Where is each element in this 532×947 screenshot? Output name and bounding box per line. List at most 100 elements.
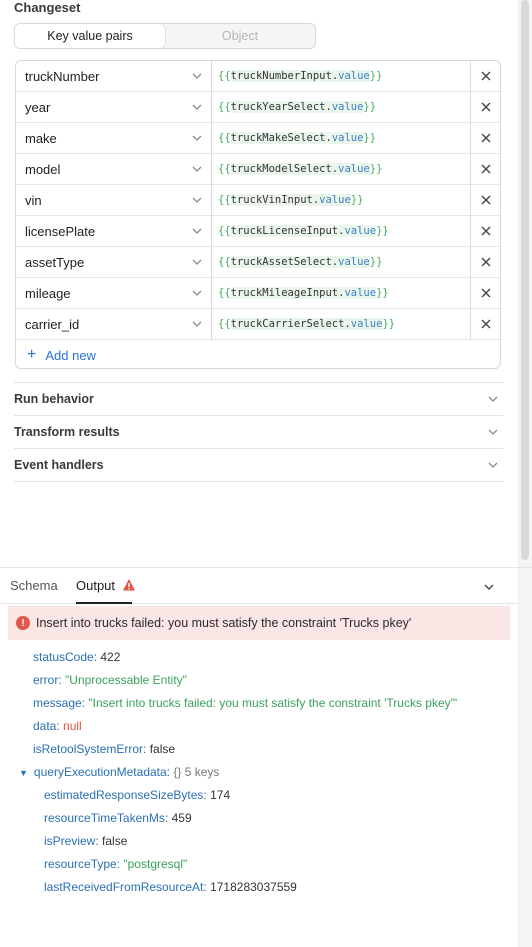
tab-schema-label: Schema [10,578,58,593]
scrollbar-track[interactable] [518,0,532,947]
template-brace-open: {{ [218,194,231,206]
output-field: statusCode: 422 [33,650,120,668]
kv-row: assetType {{ truckAssetSelect. value }} [16,247,500,278]
template-property: value [338,256,370,268]
template-identifier: truckVinInput [230,194,313,206]
field-key: resourceTimeTakenMs [44,811,165,825]
add-new-button[interactable]: + Add new [27,345,96,365]
chevron-down-icon[interactable] [482,580,496,594]
template-brace-open: {{ [218,70,231,82]
delete-row-button[interactable] [471,309,500,340]
accordion-event-handlers[interactable]: Event handlers [14,448,503,481]
field-value: 422 [100,650,121,664]
close-icon [481,257,490,267]
kv-row: vin {{ truckVinInput. value }} [16,185,500,216]
caret-down-icon[interactable]: ▼ [19,768,28,778]
kv-key-select[interactable]: make [16,123,212,154]
field-value: 459 [171,811,192,825]
template-identifier: truckMakeSelect [230,132,326,144]
kv-key-select[interactable]: model [16,154,212,185]
template-property: value [350,318,383,330]
template-brace-open: {{ [218,256,231,268]
chevron-down-icon [192,135,202,141]
template-brace-close: }} [363,101,377,113]
kv-value-input[interactable]: {{truckCarrierSelect. value}} [212,309,471,340]
chevron-down-icon [488,396,498,402]
template-brace-close: }} [376,287,389,299]
template-property: value [331,101,364,113]
chevron-down-icon [192,73,202,79]
chevron-down-icon [192,166,202,172]
kv-value-input[interactable]: {{ truckVinInput. value }} [212,185,471,216]
close-icon [481,288,490,298]
chevron-down-icon [192,321,202,327]
add-new-label: Add new [45,347,96,363]
tab-schema[interactable]: Schema [10,578,58,593]
delete-row-button[interactable] [471,123,500,154]
accordion-run-behavior[interactable]: Run behavior [14,382,503,415]
kv-value-input[interactable]: {{ truckMileageInput. value }} [212,278,471,309]
output-field[interactable]: ▼ queryExecutionMetadata: {} 5 keys [19,765,219,783]
warning-icon [122,579,135,591]
output-field: data: null [33,719,82,737]
delete-row-button[interactable] [471,216,500,247]
accordion-transform-results[interactable]: Transform results [14,415,503,448]
template-brace-open: {{ [218,225,231,237]
chevron-down-icon [192,228,202,234]
field-value: {} 5 keys [173,765,220,779]
output-field: isPreview: false [44,834,127,852]
kv-key-select[interactable]: vin [16,185,212,216]
mode-object[interactable]: Object [165,24,315,48]
error-circle-icon: ! [16,616,30,630]
delete-row-button[interactable] [471,61,500,92]
mode-key-value-pairs[interactable]: Key value pairs [15,24,165,48]
scrollbar-thumb[interactable] [521,0,529,560]
output-field: message: "Insert into trucks failed: you… [33,696,457,714]
delete-row-button[interactable] [471,185,500,216]
close-icon [481,102,490,112]
template-identifier: truckModelSelect [230,163,332,175]
chevron-down-icon [488,462,498,468]
template-property: value [319,194,351,206]
template-brace-open: {{ [218,287,231,299]
kv-value-input[interactable]: {{ truckYearSelect. value }} [212,92,471,123]
kv-key-select[interactable]: carrier_id [16,309,212,340]
field-key: lastReceivedFromResourceAt [44,880,204,894]
tab-output[interactable]: Output [76,578,136,593]
chevron-down-icon [488,429,498,435]
kv-value-input[interactable]: {{ truckModelSelect. value }} [212,154,471,185]
kv-row: truckNumber {{ truckNumberInput. value }} [16,61,500,92]
field-key: isRetoolSystemError [33,742,144,756]
close-icon [481,195,490,205]
chevron-down-icon [192,290,202,296]
field-value: null [63,719,82,733]
template-brace-close: }} [350,194,364,206]
kv-row: licensePlate {{ truckLicenseInput. value }… [16,216,500,247]
template-property: value [344,287,377,299]
output-field: error: "Unprocessable Entity" [33,673,187,691]
kv-key-text: mileage [25,285,71,301]
output-tabs: Schema Output [0,568,518,604]
field-key: estimatedResponseSizeBytes [44,788,204,802]
field-value: 174 [210,788,231,802]
key-value-editor: truckNumber{{ truckNumberInput. value }} y… [15,60,501,369]
delete-row-button[interactable] [471,247,500,278]
chevron-down-icon [192,259,202,265]
template-identifier: truckCarrierSelect [230,318,345,330]
kv-key-select[interactable]: assetType [16,247,212,278]
template-property: value [338,70,370,82]
close-icon [481,164,490,174]
kv-key-select[interactable]: licensePlate [16,216,212,247]
kv-value-input[interactable]: {{ truckLicenseInput. value }} [212,216,471,247]
delete-row-button[interactable] [471,154,500,185]
delete-row-button[interactable] [471,278,500,309]
delete-row-button[interactable] [471,92,500,123]
kv-value-input[interactable]: {{ truckAssetSelect. value }} [212,247,471,278]
kv-key-select[interactable]: year [16,92,212,123]
kv-value-input[interactable]: {{ truckNumberInput. value }} [212,61,471,92]
kv-key-select[interactable]: mileage [16,278,212,309]
kv-key-select[interactable]: truckNumber [16,61,212,92]
kv-value-input[interactable]: {{ truckMakeSelect. value }} [212,123,471,154]
template-brace-close: }} [369,256,383,268]
field-value: false [149,742,176,756]
